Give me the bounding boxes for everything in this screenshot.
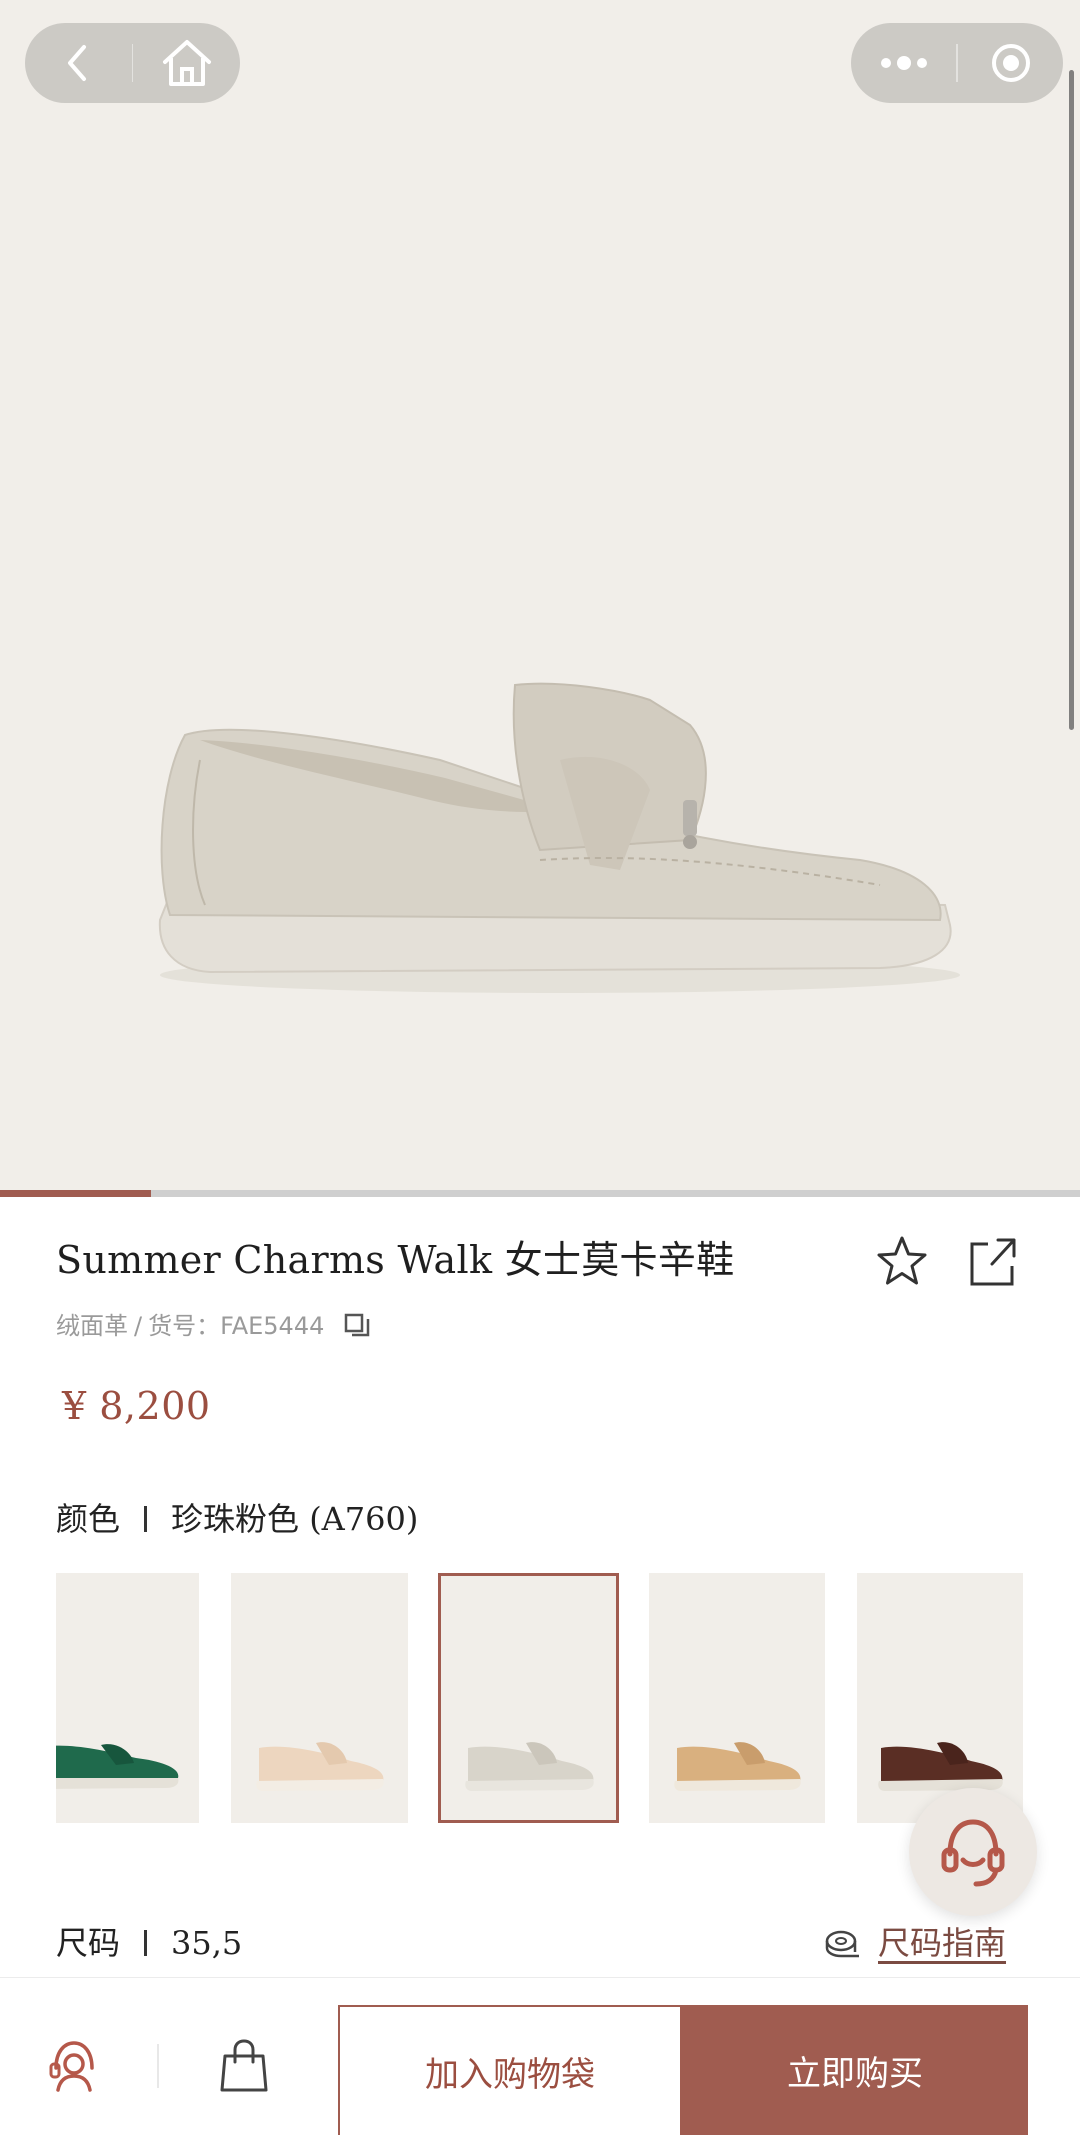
home-icon bbox=[162, 40, 211, 86]
consult-button[interactable] bbox=[44, 2036, 104, 2096]
headset-agent-icon bbox=[941, 1819, 1005, 1887]
add-to-cart-button[interactable]: 加入购物袋 bbox=[338, 2005, 682, 2135]
meta-separator: / bbox=[134, 1312, 143, 1340]
chevron-left-icon bbox=[68, 45, 87, 81]
label-separator bbox=[144, 1506, 148, 1532]
home-button[interactable] bbox=[133, 23, 240, 103]
loafer-thumbnail bbox=[878, 1742, 1003, 1791]
bottom-separator bbox=[157, 2044, 159, 2088]
product-meta: 绒面革 / 货号： FAE5444 bbox=[56, 1306, 372, 1346]
favorite-button[interactable] bbox=[872, 1232, 932, 1292]
buy-now-button[interactable]: 立即购买 bbox=[682, 2005, 1028, 2135]
miniprogram-capsule bbox=[851, 23, 1063, 103]
label-separator bbox=[144, 1930, 148, 1956]
color-swatch-tan[interactable] bbox=[649, 1573, 825, 1823]
loafer-product-photo bbox=[158, 682, 960, 993]
copy-icon bbox=[345, 1313, 370, 1337]
nav-capsule bbox=[25, 23, 240, 103]
back-button[interactable] bbox=[25, 23, 132, 103]
product-image[interactable] bbox=[0, 0, 1080, 1192]
star-icon bbox=[877, 1236, 927, 1285]
headset-agent-icon bbox=[49, 2041, 94, 2092]
tape-measure-icon bbox=[825, 1930, 859, 1958]
gallery-progress bbox=[0, 1190, 1080, 1197]
close-miniprogram-button[interactable] bbox=[958, 23, 1063, 103]
loafer-thumbnail bbox=[465, 1742, 594, 1791]
more-button[interactable] bbox=[851, 23, 956, 103]
color-swatch-brown[interactable] bbox=[857, 1573, 1023, 1823]
gallery-progress-fill bbox=[0, 1190, 152, 1197]
size-guide-link[interactable]: 尺码指南 bbox=[824, 1918, 1006, 1968]
color-label: 颜色 bbox=[56, 1500, 121, 1538]
share-button[interactable] bbox=[962, 1232, 1022, 1292]
color-swatch-pearl[interactable] bbox=[438, 1573, 619, 1823]
material-text: 绒面革 bbox=[56, 1312, 128, 1340]
size-label: 尺码 bbox=[56, 1924, 121, 1962]
share-icon bbox=[970, 1238, 1016, 1286]
target-close-icon bbox=[991, 44, 1030, 82]
loafer-thumbnail bbox=[56, 1744, 179, 1789]
selected-size: 35,5 bbox=[171, 1924, 243, 1962]
loafer-thumbnail bbox=[674, 1742, 801, 1791]
sku-value: FAE5444 bbox=[220, 1312, 325, 1340]
sku-label: 货号： bbox=[148, 1312, 221, 1340]
color-swatch-peach[interactable] bbox=[231, 1573, 408, 1823]
size-selector[interactable]: 尺码 35,5 bbox=[56, 1918, 242, 1968]
size-guide-label: 尺码指南 bbox=[878, 1924, 1007, 1962]
product-title: Summer Charms Walk 女士莫卡辛鞋 bbox=[56, 1238, 735, 1282]
shopping-bag-icon bbox=[220, 2039, 268, 2092]
scrollbar[interactable] bbox=[1069, 70, 1074, 730]
loafer-thumbnail bbox=[256, 1742, 384, 1791]
customer-service-button[interactable] bbox=[909, 1788, 1037, 1916]
shopping-bag-button[interactable] bbox=[214, 2036, 274, 2096]
color-selector-header: 颜色 珍珠粉色 (A760) bbox=[56, 1494, 418, 1544]
color-swatch-green[interactable] bbox=[56, 1573, 199, 1823]
selected-color-name: 珍珠粉色 (A760) bbox=[171, 1500, 419, 1538]
copy-sku-button[interactable] bbox=[342, 1311, 372, 1341]
product-price: ¥ 8,200 bbox=[62, 1384, 211, 1428]
more-dots-icon bbox=[880, 56, 927, 70]
bottom-action-bar: 加入购物袋 立即购买 bbox=[0, 1978, 1080, 2135]
